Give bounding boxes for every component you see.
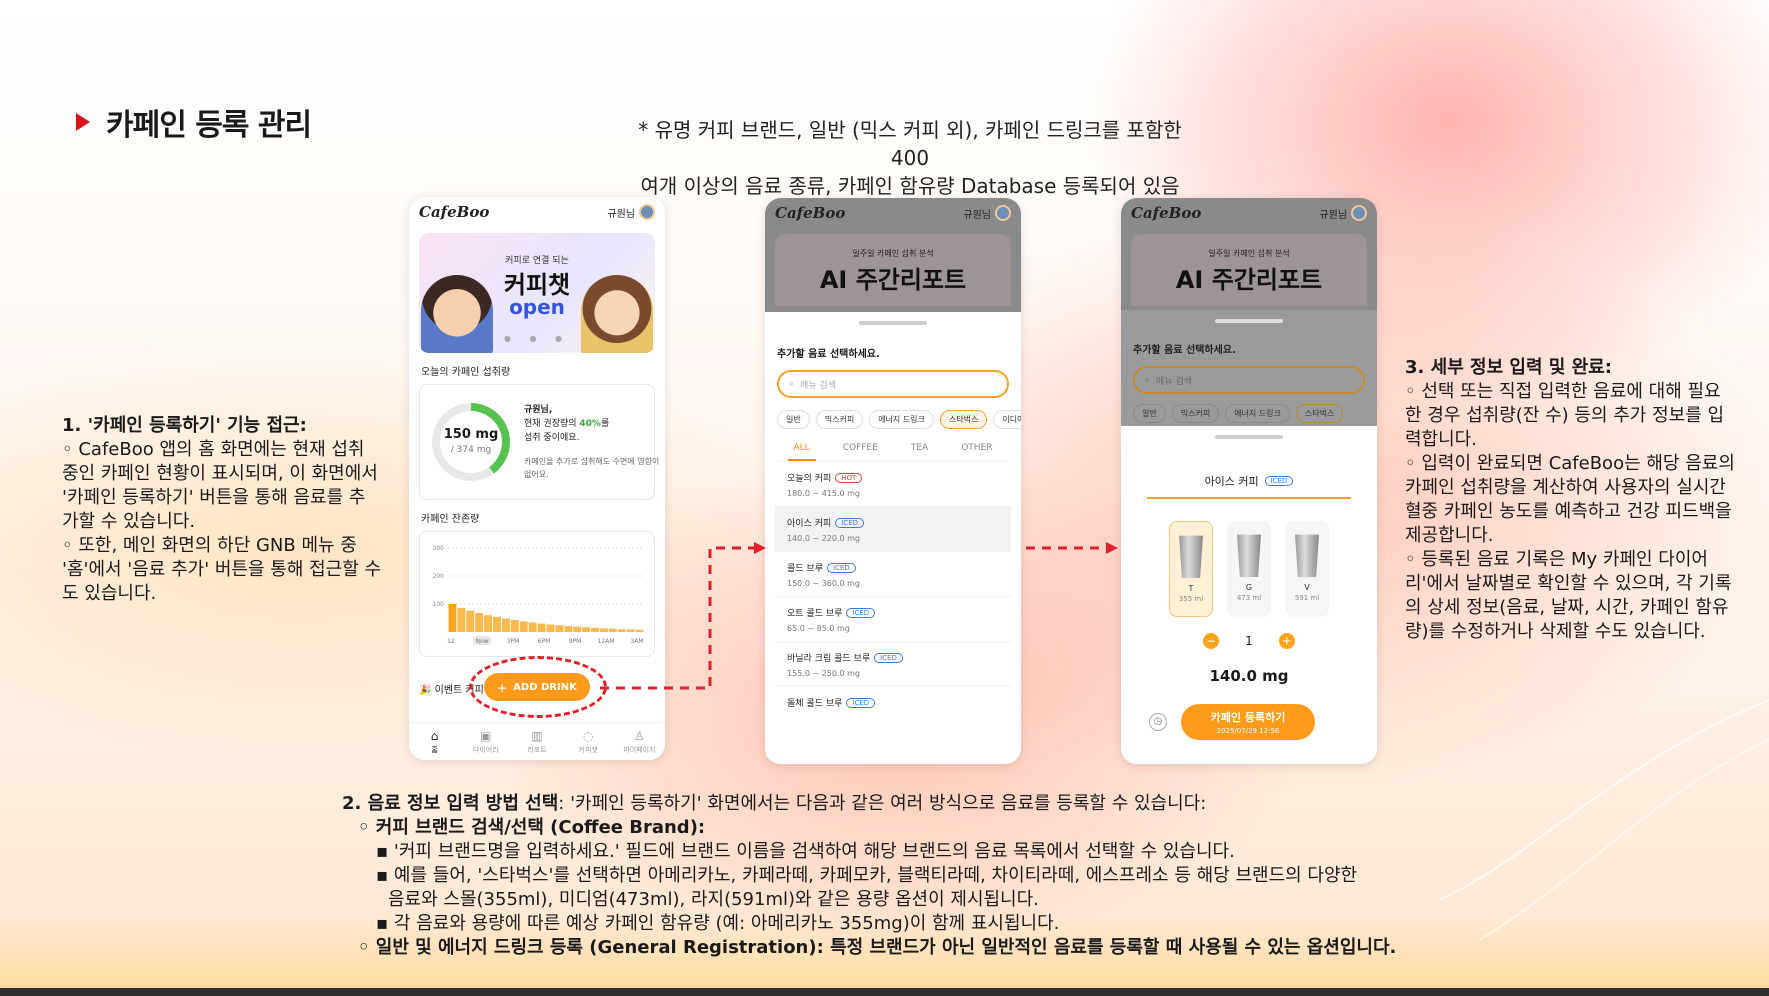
flow-arrows (600, 542, 1118, 690)
intake-value: 150 mg (443, 427, 499, 442)
intake-max: / 374 mg (450, 445, 492, 455)
arrow-head-1 (754, 542, 766, 554)
arrow-home-to-select (600, 546, 758, 690)
arrow-head-2 (1106, 542, 1118, 554)
